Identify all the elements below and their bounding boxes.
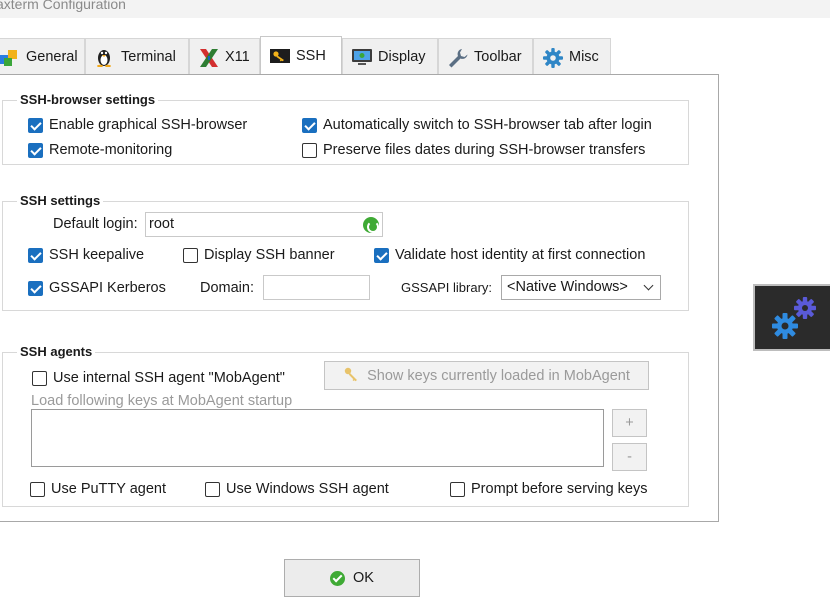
checkbox-box[interactable] [28,247,43,263]
remote-monitoring-checkbox[interactable]: Remote-monitoring [28,142,172,158]
checkbox-label: GSSAPI Kerberos [49,280,166,296]
tab-label: Misc [569,49,599,65]
tab-toolbar[interactable]: Toolbar [438,38,533,75]
display-ssh-banner-checkbox[interactable]: Display SSH banner [183,247,335,263]
tab-terminal[interactable]: Terminal [85,38,189,75]
ok-check-icon [330,570,346,586]
tab-label: SSH [296,47,326,64]
gssapi-library-value: <Native Windows> [507,279,628,295]
checkbox-label: Automatically switch to SSH-browser tab … [323,117,652,133]
window-title: axterm Configuration [0,0,126,12]
tab-misc[interactable]: Misc [533,38,611,75]
remove-key-label: - [627,449,632,465]
tab-label: X11 [225,49,250,65]
use-putty-agent-checkbox[interactable]: Use PuTTY agent [30,481,166,497]
add-key-label: + [625,415,634,431]
show-keys-label: Show keys currently loaded in MobAgent [367,367,630,384]
checkbox-box[interactable] [302,142,317,158]
window-title-bar: axterm Configuration [0,0,830,18]
auto-switch-browser-tab-checkbox[interactable]: Automatically switch to SSH-browser tab … [302,117,652,133]
checkbox-label: Prompt before serving keys [471,481,648,497]
checkbox-box[interactable] [28,280,43,296]
group-title: SSH-browser settings [17,92,159,107]
chevron-down-icon [643,280,654,291]
tab-display[interactable]: Display [342,38,438,75]
preserve-file-dates-checkbox[interactable]: Preserve files dates during SSH-browser … [302,142,645,158]
misc-gear-icon [542,47,563,68]
gssapi-kerberos-checkbox[interactable]: GSSAPI Kerberos [28,280,166,296]
checkbox-box[interactable] [28,142,43,158]
add-key-button[interactable]: + [612,409,647,437]
checkbox-label: Remote-monitoring [49,142,173,158]
ok-button[interactable]: OK [284,559,420,597]
tab-x11[interactable]: X11 [189,38,260,75]
tab-label: General [26,49,78,65]
tab-label: Toolbar [474,49,522,65]
checkbox-box[interactable] [450,481,465,497]
checkbox-box[interactable] [205,481,220,497]
group-title: SSH settings [17,193,104,208]
tab-ssh[interactable]: SSH [260,36,342,74]
general-cubes-icon [0,47,19,67]
default-login-value: root [149,216,174,232]
checkbox-box[interactable] [183,247,198,263]
startup-keys-list[interactable] [31,409,604,467]
domain-label: Domain: [200,280,254,296]
tab-general[interactable]: General [0,38,85,75]
checkbox-label: Display SSH banner [204,247,335,263]
checkbox-label: Enable graphical SSH-browser [49,117,248,133]
group-title: SSH agents [17,344,96,359]
prompt-before-serving-keys-checkbox[interactable]: Prompt before serving keys [450,481,648,497]
key-icon [343,366,359,386]
ok-label: OK [353,570,374,586]
checkbox-label: Use PuTTY agent [51,481,166,497]
checkbox-box[interactable] [374,247,389,263]
remove-key-button[interactable]: - [612,443,647,471]
checkbox-label: Use Windows SSH agent [226,481,389,497]
use-mobagent-checkbox[interactable]: Use internal SSH agent "MobAgent" [32,370,285,386]
x11-icon [198,47,218,67]
enable-graphical-ssh-browser-checkbox[interactable]: Enable graphical SSH-browser [28,117,247,133]
gssapi-library-select[interactable]: <Native Windows> [501,275,661,300]
use-windows-ssh-agent-checkbox[interactable]: Use Windows SSH agent [205,481,389,497]
checkbox-box[interactable] [28,117,43,133]
default-login-label: Default login: [53,216,138,232]
validate-host-identity-checkbox[interactable]: Validate host identity at first connecti… [374,247,645,263]
show-keys-button[interactable]: Show keys currently loaded in MobAgent [324,361,649,390]
toolbar-wrench-icon [447,47,468,68]
ssh-keepalive-checkbox[interactable]: SSH keepalive [28,247,144,263]
checkbox-label: Preserve files dates during SSH-browser … [323,142,646,158]
checkbox-box[interactable] [30,481,45,497]
ssh-key-icon [269,46,290,66]
settings-gears-icon[interactable] [753,284,830,351]
domain-input[interactable] [263,275,370,300]
checkbox-label: Use internal SSH agent "MobAgent" [53,370,285,386]
refresh-login-icon[interactable] [363,217,379,233]
default-login-input[interactable]: root [145,212,383,237]
checkbox-label: SSH keepalive [49,247,145,263]
display-monitor-icon [351,47,372,67]
load-keys-label: Load following keys at MobAgent startup [31,393,293,409]
terminal-tux-icon [94,47,114,68]
checkbox-box[interactable] [32,370,47,386]
tab-label: Terminal [121,49,176,65]
checkbox-label: Validate host identity at first connecti… [395,247,646,263]
gssapi-library-label: GSSAPI library: [401,280,493,295]
checkbox-box[interactable] [302,117,317,133]
tab-label: Display [378,49,426,65]
